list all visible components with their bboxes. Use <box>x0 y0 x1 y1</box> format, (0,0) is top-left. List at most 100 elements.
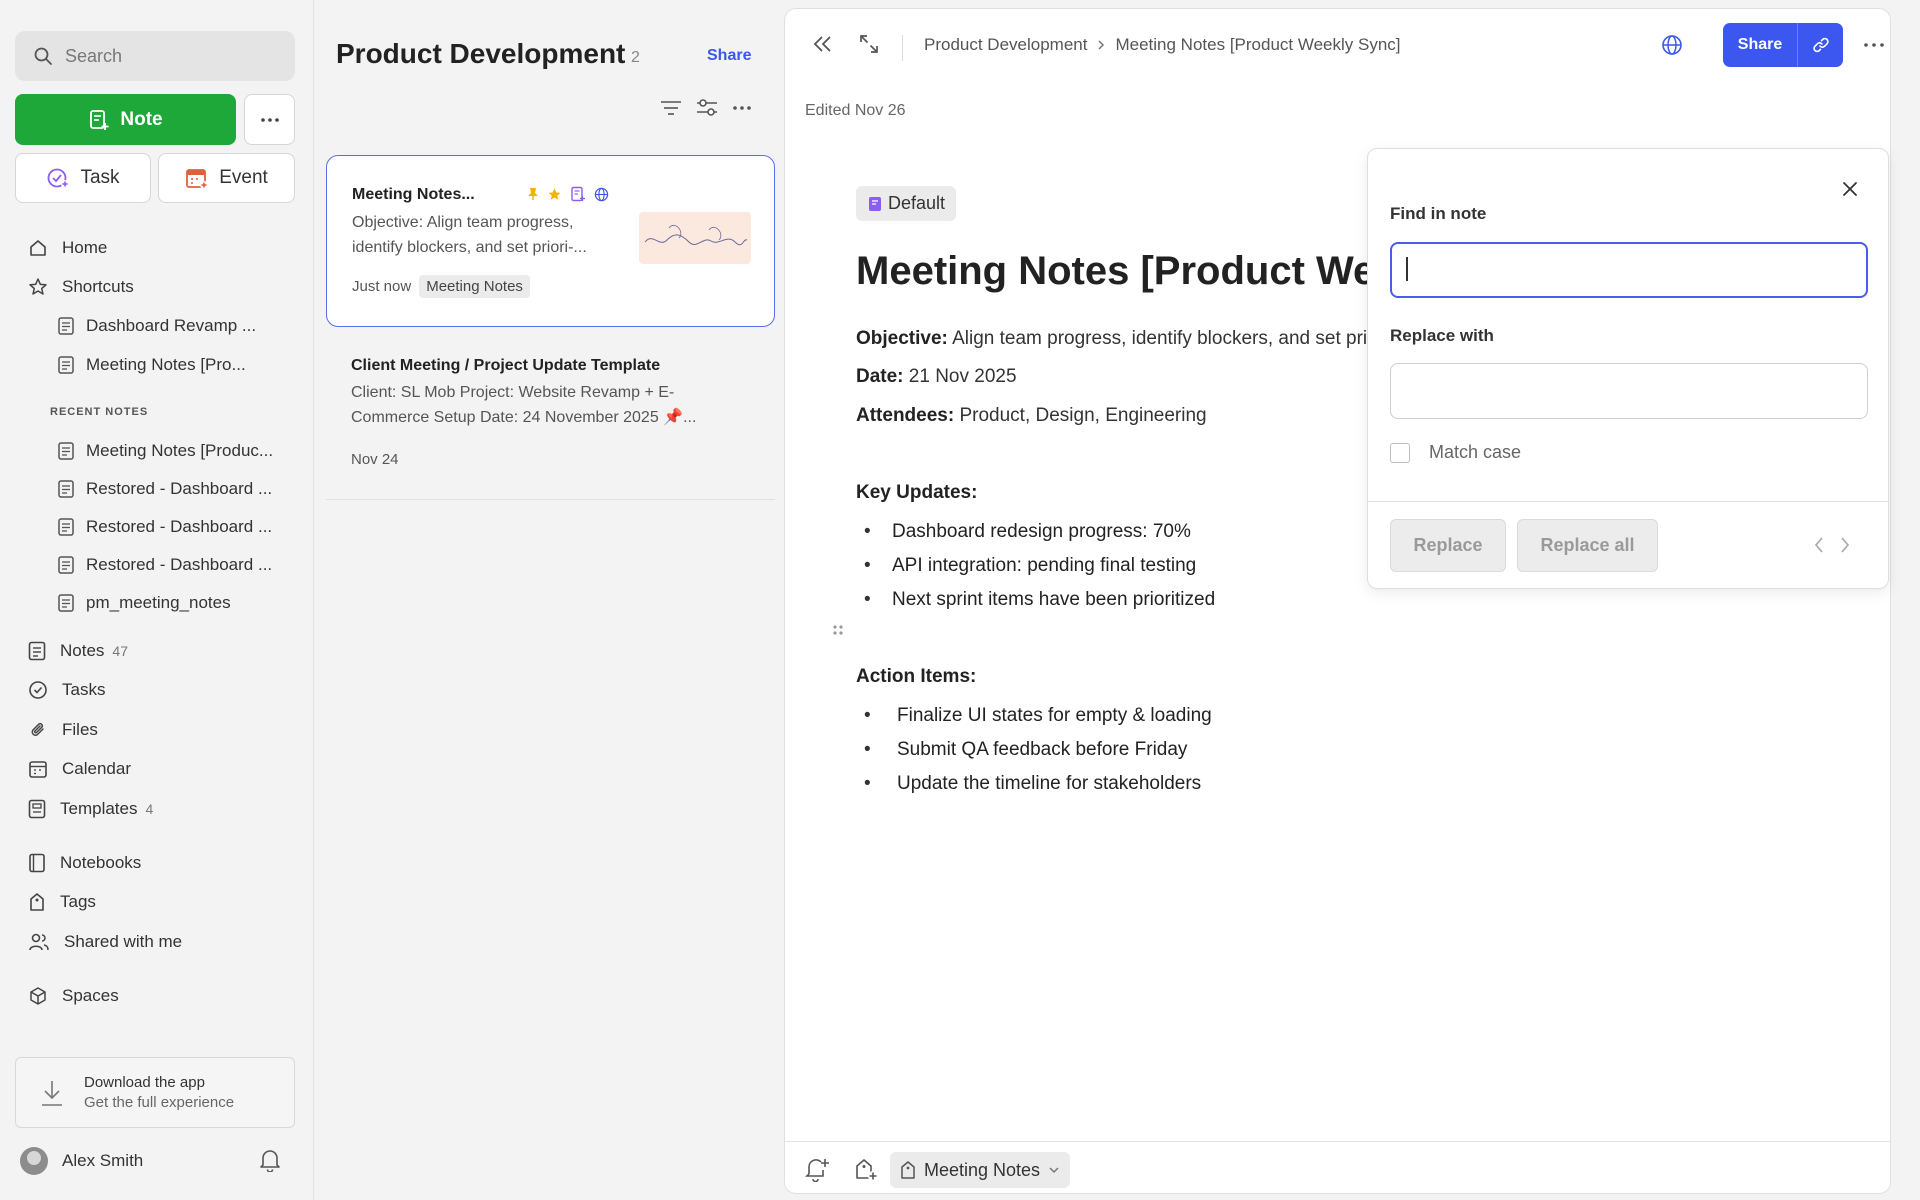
replace-button[interactable]: Replace <box>1390 519 1506 572</box>
drag-handle-icon[interactable] <box>832 623 844 639</box>
templates-count: 4 <box>145 801 154 817</box>
chevron-left-icon[interactable] <box>1813 535 1825 555</box>
avatar <box>20 1147 48 1175</box>
more-horizontal-icon <box>260 117 279 122</box>
note-card-meta: Just now Meeting Notes <box>352 275 530 298</box>
sidebar-item-files[interactable]: Files <box>28 715 98 745</box>
copy-link-button[interactable] <box>1798 23 1843 67</box>
sidebar-item-templates[interactable]: Templates 4 <box>28 794 153 824</box>
download-icon <box>40 1079 64 1107</box>
sidebar-item-home[interactable]: Home <box>28 233 107 263</box>
new-note-label: Note <box>120 108 163 130</box>
expand-icon[interactable] <box>858 33 880 55</box>
new-note-button[interactable]: Note <box>15 94 236 145</box>
users-icon <box>28 932 50 952</box>
search-box[interactable] <box>15 31 295 81</box>
new-task-label: Task <box>80 167 120 188</box>
action-item[interactable]: • Submit QA feedback before Friday <box>864 739 1187 761</box>
action-item[interactable]: • Finalize UI states for empty & loading <box>864 705 1212 727</box>
sidebar-item-label: Templates <box>60 799 138 818</box>
recent-note-item[interactable]: Meeting Notes [Produc... <box>58 436 273 466</box>
notes-list-pane: Product Development 2 Share Meeting Note… <box>313 0 784 1200</box>
more-horizontal-icon[interactable] <box>731 97 753 119</box>
note-tag-chip[interactable]: Meeting Notes <box>890 1152 1071 1188</box>
search-input[interactable] <box>65 45 265 67</box>
sidebar-item-label: Shared with me <box>64 932 183 951</box>
match-case-checkbox[interactable] <box>1390 442 1410 463</box>
sidebar-item-label: Tags <box>60 892 96 911</box>
sidebar-item-tags[interactable]: Tags <box>28 887 96 917</box>
bullet-dot: • <box>864 739 871 760</box>
note-card-snippet: Client: SL Mob Project: Website Revamp +… <box>351 384 697 426</box>
sidebar-item-shortcuts[interactable]: Shortcuts <box>28 272 134 302</box>
sidebar-item-label: Notes <box>60 641 105 660</box>
sidebar-item-spaces[interactable]: Spaces <box>28 981 119 1011</box>
shortcut-item[interactable]: Meeting Notes [Pro... <box>58 350 246 380</box>
sidebar-item-notebooks[interactable]: Notebooks <box>28 848 141 878</box>
tag-add-icon[interactable] <box>853 1156 879 1182</box>
key-update-text: Next sprint items have been prioritized <box>892 589 1216 610</box>
download-subtitle: Get the full experience <box>84 1094 235 1111</box>
bell-icon[interactable] <box>259 1148 281 1172</box>
filter-icon[interactable] <box>695 97 719 119</box>
user-name: Alex Smith <box>62 1151 144 1170</box>
key-update-item[interactable]: • Next sprint items have been prioritized <box>864 589 1215 611</box>
recent-note-item[interactable]: pm_meeting_notes <box>58 588 231 618</box>
note-card-selected[interactable]: Meeting Notes... Objective: Align team p… <box>326 155 775 327</box>
note-options-button[interactable] <box>1856 27 1890 63</box>
find-input[interactable] <box>1390 242 1868 298</box>
replace-input[interactable] <box>1390 363 1868 419</box>
key-update-item[interactable]: • Dashboard redesign progress: 70% <box>864 521 1191 543</box>
create-more-button[interactable] <box>244 94 295 145</box>
note-card-title: Client Meeting / Project Update Template <box>351 357 661 374</box>
objective-line[interactable]: Objective: Align team progress, identify… <box>856 328 1418 350</box>
sidebar-item-calendar[interactable]: Calendar <box>28 754 131 784</box>
cube-icon <box>28 986 48 1006</box>
recent-note-item[interactable]: Restored - Dashboard ... <box>58 474 272 504</box>
user-account[interactable]: Alex Smith <box>20 1147 143 1175</box>
breadcrumb-notebook[interactable]: Product Development <box>924 35 1087 55</box>
replace-all-button[interactable]: Replace all <box>1517 519 1658 572</box>
sidebar-item-label: Notebooks <box>60 853 142 872</box>
sidebar-item-tasks[interactable]: Tasks <box>28 675 105 705</box>
attendees-line[interactable]: Attendees: Product, Design, Engineering <box>856 405 1207 427</box>
recent-note-item[interactable]: Restored - Dashboard ... <box>58 512 272 542</box>
share-button-group: Share <box>1723 23 1843 67</box>
action-items-heading[interactable]: Action Items: <box>856 666 976 688</box>
close-icon[interactable] <box>1840 179 1860 199</box>
note-card-tag[interactable]: Meeting Notes <box>419 275 530 298</box>
bullet-dot: • <box>864 705 871 726</box>
recent-notes-heading: RECENT NOTES <box>50 406 149 418</box>
new-event-button[interactable]: Event <box>158 153 295 203</box>
recent-note-item[interactable]: Restored - Dashboard ... <box>58 550 272 580</box>
reminder-add-icon[interactable] <box>804 1156 830 1182</box>
attendees-label: Attendees: <box>856 405 955 426</box>
key-update-item[interactable]: • API integration: pending final testing <box>864 555 1196 577</box>
collapse-left-icon[interactable] <box>811 33 835 55</box>
sidebar-item-shared[interactable]: Shared with me <box>28 927 182 957</box>
date-line[interactable]: Date: 21 Nov 2025 <box>856 366 1017 388</box>
notes-icon <box>28 641 46 661</box>
action-item[interactable]: • Update the timeline for stakeholders <box>864 773 1201 795</box>
bullet-dot: • <box>864 521 871 542</box>
task-plus-icon <box>46 166 70 190</box>
chevron-right-icon[interactable] <box>1839 535 1851 555</box>
notebook-share-link[interactable]: Share <box>707 47 751 65</box>
shortcut-item[interactable]: Dashboard Revamp ... <box>58 311 256 341</box>
note-card-title: Meeting Notes... <box>352 186 475 203</box>
sidebar-item-label: Calendar <box>62 759 131 778</box>
new-task-button[interactable]: Task <box>15 153 151 203</box>
match-case-option[interactable]: Match case <box>1390 442 1521 463</box>
find-label: Find in note <box>1390 204 1487 223</box>
download-app-banner[interactable]: Download the app Get the full experience <box>15 1057 295 1128</box>
globe-icon[interactable] <box>1660 33 1684 57</box>
sidebar-item-notes[interactable]: Notes 47 <box>28 636 128 666</box>
attendees-text: Product, Design, Engineering <box>954 405 1207 426</box>
share-button[interactable]: Share <box>1723 23 1798 67</box>
breadcrumb-note: Meeting Notes [Product Weekly Sync] <box>1115 35 1401 54</box>
notebook-title: Product Development <box>336 38 626 69</box>
sort-icon[interactable] <box>659 97 683 119</box>
note-card[interactable]: Client Meeting / Project Update Template… <box>326 340 775 500</box>
key-updates-heading[interactable]: Key Updates: <box>856 482 977 504</box>
template-badge[interactable]: Default <box>856 186 957 221</box>
